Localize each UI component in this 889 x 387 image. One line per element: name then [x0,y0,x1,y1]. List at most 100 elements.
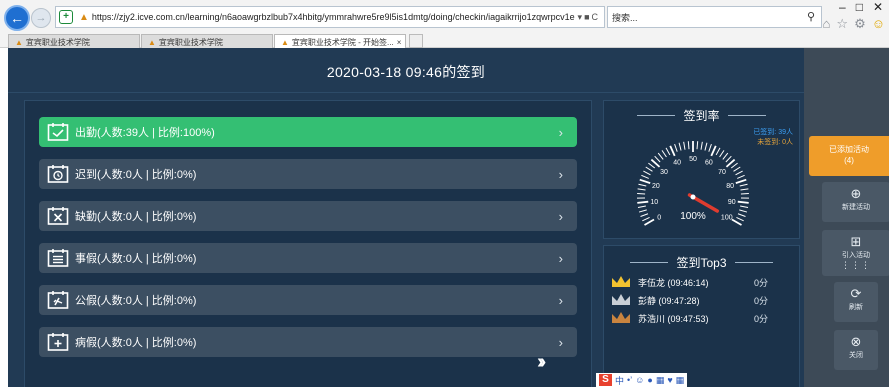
gauge-minor-tick [700,141,703,150]
gauge-minor-tick [737,174,745,179]
favorites-star-icon[interactable]: ☆ [836,16,848,32]
gauge-major-tick [644,218,655,226]
close-window-icon[interactable]: ✕ [873,0,883,14]
home-icon[interactable]: ⌂ [823,16,831,32]
tab-favicon-icon: ▲ [148,37,156,47]
search-icon[interactable]: ⚲ [807,10,815,23]
back-button[interactable]: ← [4,5,30,31]
tab-close-icon[interactable]: × [397,38,402,47]
gauge-minor-tick [737,213,746,217]
gauge-minor-tick [683,141,686,150]
gauge-minor-tick [674,143,678,152]
plus-circle-icon: ⊕ [850,186,862,201]
chevron-right-icon: › [558,250,563,266]
status-row-late[interactable]: 迟到(人数:0人 | 比例:0%) › [39,159,577,189]
url-text[interactable]: https://zjy2.icve.com.cn/learning/n6aoaw… [92,12,578,22]
gauge-minor-tick [735,170,743,176]
activity-sidebar: 已添加活动 (4) ⊕ 新建活动 ⊞ 引入活动 ⋮⋮⋮ ⟳ 刷新 ⊗ 关闭 [804,48,889,387]
gauge-minor-tick [638,209,647,213]
calendar-list-icon [47,248,69,268]
refresh-button[interactable]: ⟳ 刷新 [834,282,878,322]
refresh-icon: ⟳ [850,286,862,301]
browser-tab-1[interactable]: ▲ 宜宾职业技术学院 [8,34,140,48]
status-label: 出勤(人数:39人 | 比例:100%) [75,127,215,139]
added-activities-button[interactable]: 已添加活动 (4) [809,136,889,176]
ime-keyboard-icon[interactable]: ▦ [656,375,665,386]
header-line-left [637,115,676,116]
arrow-left-icon: ← [10,10,24,26]
minimize-icon[interactable]: – [839,0,846,14]
gauge-minor-tick [736,216,744,222]
ime-mic-icon[interactable]: ● [647,375,652,385]
gauge-minor-tick [661,150,667,158]
top3-name: 李伍龙 (09:46:14) [638,277,709,288]
calendar-flag-icon [47,290,69,310]
ime-tools-icon[interactable]: ▦ [676,375,685,386]
grid-dots-icon: ⋮⋮⋮ [841,260,871,270]
gauge-minor-tick [740,188,749,191]
legend-signed: 已签到: 39人 [753,129,793,136]
silver-crown-icon [610,293,632,307]
chevron-right-icon: › [558,334,563,350]
maximize-icon[interactable]: □ [856,0,863,14]
added-activities-count: (4) [844,156,854,165]
top3-score: 0分 [754,295,769,306]
chevron-right-icon: › [558,166,563,182]
close-label: 关闭 [849,352,863,359]
gauge-scale-label: 60 [705,159,713,166]
browser-tab-2[interactable]: ▲ 宜宾职业技术学院 [141,34,273,48]
gauge-minor-tick [739,183,748,187]
gold-crown-icon [610,275,632,289]
bronze-crown-icon [610,311,632,325]
settings-gear-icon[interactable]: ⚙ [854,16,866,32]
gauge-scale-label: 80 [726,183,734,190]
ime-punctuation-icon[interactable]: •’ [627,375,632,385]
window-controls: – □ ✕ [839,0,883,14]
search-input[interactable]: 搜索... ⚲ [607,6,822,28]
gauge-major-tick [735,178,747,184]
ime-skin-icon[interactable]: ♥ [667,375,672,385]
gauge-major-tick [737,200,749,204]
site-favicon-icon: ▲ [79,11,89,23]
address-bar[interactable]: + ▲ https://zjy2.icve.com.cn/learning/n6… [55,6,605,28]
gauge-minor-tick [645,166,653,172]
forward-button[interactable]: → [31,8,51,28]
refresh-label: 刷新 [849,304,863,311]
import-activity-label: 引入活动 [842,252,870,259]
gauge-major-tick [637,200,649,204]
site-shield-icon: + [59,10,73,24]
chevron-right-icon: › [558,292,563,308]
gauge-minor-tick [730,162,738,169]
tab-favicon-icon: ▲ [281,37,289,47]
import-activity-button[interactable]: ⊞ 引入活动 ⋮⋮⋮ [822,230,889,276]
close-button[interactable]: ⊗ 关闭 [834,330,878,370]
gauge-minor-tick [696,141,699,150]
gauge-minor-tick [687,141,690,150]
status-row-sick-leave[interactable]: 病假(人数:0人 | 比例:0%) › [39,327,577,357]
gauge-minor-tick [733,166,741,172]
status-row-present[interactable]: 出勤(人数:39人 | 比例:100%) › [39,117,577,147]
ime-logo-icon[interactable]: S [599,374,612,386]
ime-emoji-icon[interactable]: ☺ [635,375,644,385]
gauge-minor-tick [740,205,749,208]
feedback-smiley-icon[interactable]: ☺ [872,16,885,32]
import-icon: ⊞ [850,234,862,249]
expand-more-icon[interactable]: ›› [537,351,547,374]
gauge-minor-tick [642,216,650,222]
status-row-personal-leave[interactable]: 事假(人数:0人 | 比例:0%) › [39,243,577,273]
status-row-absent[interactable]: 缺勤(人数:0人 | 比例:0%) › [39,201,577,231]
gauge-major-tick [710,145,717,157]
signin-rate-panel: 签到率 已签到: 39人 未签到: 0人 0 10 20 30 40 50 60 70 80 90… [603,100,800,239]
new-tab-button[interactable] [409,34,423,48]
status-label: 缺勤(人数:0人 | 比例:0%) [75,211,197,223]
ime-chinese-mode-icon[interactable]: 中 [615,374,624,387]
new-activity-button[interactable]: ⊕ 新建活动 [822,182,889,222]
status-row-official-leave[interactable]: 公假(人数:0人 | 比例:0%) › [39,285,577,315]
arrow-right-icon: → [35,12,47,24]
gauge-minor-tick [637,192,646,195]
browser-tab-active[interactable]: ▲ 宜宾职业技术学院 - 开始签... × [274,34,406,48]
tab-strip: ▲ 宜宾职业技术学院 ▲ 宜宾职业技术学院 ▲ 宜宾职业技术学院 - 开始签..… [8,34,423,48]
attendance-status-panel: 出勤(人数:39人 | 比例:100%) › 迟到(人数:0人 | 比例:0%)… [24,100,592,387]
address-tools-icon[interactable]: ▾■C [578,12,600,23]
gauge-hub [690,194,696,200]
